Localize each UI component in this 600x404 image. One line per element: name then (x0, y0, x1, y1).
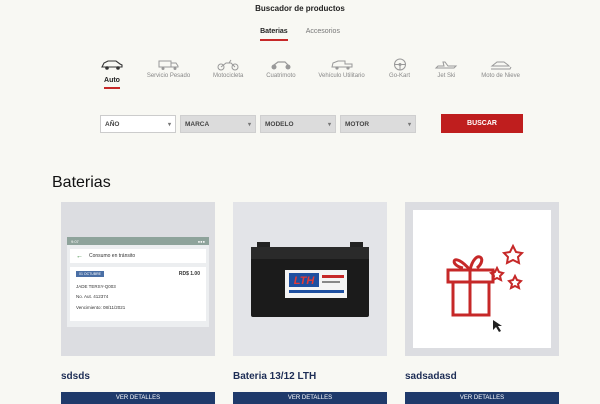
year-select-value: AÑO (105, 120, 120, 128)
vehicle-label: Motocicleta (213, 73, 244, 79)
phone-time: 9:07 (71, 238, 79, 244)
vehicle-label: Jet Ski (437, 73, 456, 79)
back-arrow-icon: ← (76, 252, 83, 260)
vehicle-motocicleta[interactable]: Motocicleta (213, 58, 243, 89)
product-card[interactable]: 9:07 ●●● ← Consumo en tránsito 01 OCTUBR… (61, 202, 215, 404)
view-details-button[interactable]: VER DETALLES (405, 392, 559, 404)
chevron-down-icon: ▾ (327, 121, 331, 128)
tab-accesorios[interactable]: Accesorios (306, 26, 340, 41)
phone-screenshot: 9:07 ●●● ← Consumo en tránsito 01 OCTUBR… (67, 237, 209, 327)
vehicle-utilitario[interactable]: Vehículo Utilitario (318, 58, 365, 89)
view-details-button[interactable]: VER DETALLES (61, 392, 215, 404)
engine-select[interactable]: MOTOR ▾ (340, 115, 416, 133)
steering-wheel-icon (393, 58, 406, 71)
vehicle-label: Moto de Nieve (481, 73, 520, 79)
gift-placeholder (413, 210, 551, 348)
gift-icon (446, 243, 525, 332)
model-select-value: MODELO (265, 120, 294, 128)
battery-image: LTH (233, 202, 387, 356)
filter-bar: AÑO ▾ MARCA ▾ MODELO ▾ MOTOR ▾ (100, 115, 416, 133)
product-image[interactable] (405, 202, 559, 356)
vehicle-servicio-pesado[interactable]: Servicio Pesado (147, 58, 190, 89)
vehicle-type-selector: Auto Servicio Pesado Motocicleta Cuatrim… (100, 58, 520, 89)
vehicle-cuatrimoto[interactable]: Cuatrimoto (266, 58, 296, 89)
truck-icon (158, 60, 178, 70)
vehicle-label: Go-Kart (389, 73, 411, 79)
model-select[interactable]: MODELO ▾ (260, 115, 336, 133)
product-card[interactable]: LTH Bateria 13/12 LTH VER DETALLES (233, 202, 387, 404)
cursor-icon (493, 320, 502, 332)
phone-transaction: 01 OCTUBRE RD$ 1.00 JADE TERSY-Q003 No. … (70, 267, 206, 321)
transaction-amount: RD$ 1.00 (178, 271, 200, 277)
product-name[interactable]: Bateria 13/12 LTH (233, 371, 387, 382)
transaction-line: No. Aut. 412374 (76, 294, 109, 299)
signal-icon: ●●● (197, 238, 205, 244)
vehicle-jet-ski[interactable]: Jet Ski (434, 58, 458, 89)
transaction-line: Vencimiento: 08/11/2021 (76, 305, 126, 310)
jetski-icon (435, 61, 458, 69)
phone-status-bar: 9:07 ●●● (67, 237, 209, 245)
product-image[interactable]: LTH (233, 202, 387, 356)
page-title: Buscador de productos (255, 4, 345, 13)
search-button[interactable]: BUSCAR (441, 114, 523, 133)
vehicle-label: Cuatrimoto (266, 73, 296, 79)
vehicle-moto-nieve[interactable]: Moto de Nieve (481, 58, 520, 89)
brand-select-value: MARCA (185, 120, 210, 128)
product-tabs: Baterias Accesorios (0, 26, 600, 41)
product-name[interactable]: sdsds (61, 371, 215, 382)
section-title: Baterias (52, 174, 111, 191)
phone-header-title: Consumo en tránsito (89, 253, 136, 259)
transaction-line: JADE TERSY-Q003 (76, 284, 116, 289)
tab-baterias[interactable]: Baterias (260, 26, 288, 41)
product-card[interactable]: sadsadasd VER DETALLES (405, 202, 559, 404)
date-chip: 01 OCTUBRE (76, 271, 104, 277)
chevron-down-icon: ▾ (407, 121, 411, 128)
engine-select-value: MOTOR (345, 120, 370, 128)
vehicle-go-kart[interactable]: Go-Kart (388, 58, 412, 89)
utility-vehicle-icon (330, 60, 353, 70)
motorcycle-icon (217, 59, 239, 71)
product-image[interactable]: 9:07 ●●● ← Consumo en tránsito 01 OCTUBR… (61, 202, 215, 356)
chevron-down-icon: ▾ (167, 121, 171, 128)
phone-header: ← Consumo en tránsito (70, 249, 206, 263)
view-details-button[interactable]: VER DETALLES (233, 392, 387, 404)
product-name[interactable]: sadsadasd (405, 371, 559, 382)
vehicle-label: Vehículo Utilitario (318, 73, 365, 79)
chevron-down-icon: ▾ (247, 121, 251, 128)
vehicle-auto[interactable]: Auto (100, 58, 124, 89)
car-icon (101, 60, 123, 70)
vehicle-label: Servicio Pesado (146, 73, 191, 79)
atv-icon (271, 61, 291, 70)
battery-logo: LTH (294, 275, 316, 287)
snowmobile-icon (490, 61, 512, 70)
vehicle-label: Auto (104, 77, 120, 89)
year-select[interactable]: AÑO ▾ (100, 115, 176, 133)
brand-select[interactable]: MARCA ▾ (180, 115, 256, 133)
